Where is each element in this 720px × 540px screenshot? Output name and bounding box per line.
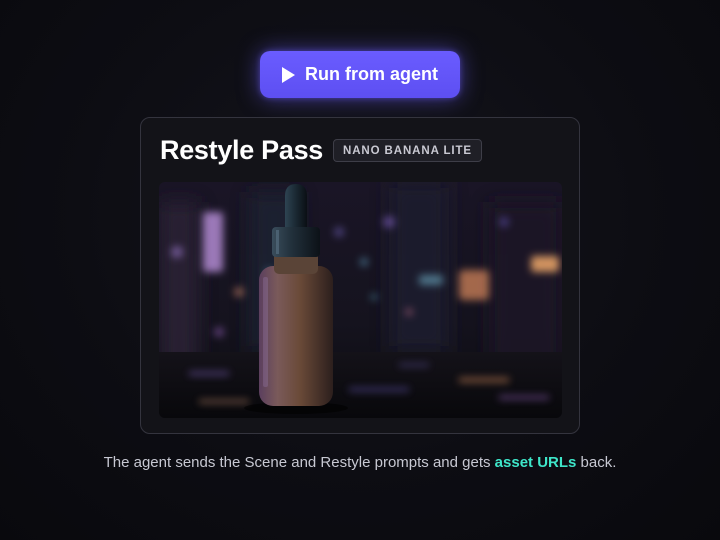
caption-text: The agent sends the Scene and Restyle pr… [90,453,630,473]
caption-text-after: back. [576,454,617,471]
card-title: Restyle Pass [160,135,324,165]
model-badge: NANO BANANA LITE [333,139,482,162]
asset-urls-link[interactable]: asset URLs [495,454,577,471]
restyle-pass-card: Restyle Pass NANO BANANA LITE [140,117,580,434]
play-icon [282,66,295,83]
run-from-agent-button[interactable]: Run from agent [260,51,460,98]
run-button-label: Run from agent [305,64,438,84]
caption-text-before: The agent sends the Scene and Restyle pr… [103,454,495,471]
product-image [159,182,562,418]
